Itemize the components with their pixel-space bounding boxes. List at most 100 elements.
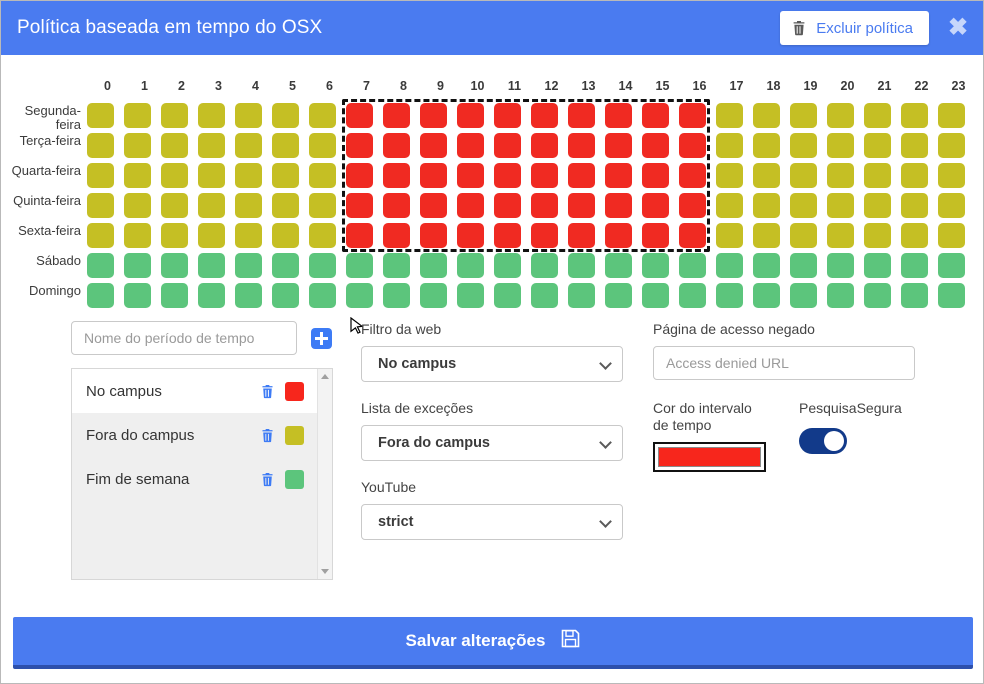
schedule-cell[interactable] — [87, 193, 114, 218]
schedule-cell[interactable] — [457, 193, 484, 218]
schedule-cell[interactable] — [420, 193, 447, 218]
schedule-cell[interactable] — [235, 193, 262, 218]
schedule-cell[interactable] — [827, 163, 854, 188]
list-item-color-swatch[interactable] — [285, 469, 304, 489]
list-item-color-swatch[interactable] — [285, 381, 304, 401]
schedule-cell[interactable] — [531, 133, 558, 158]
schedule-cell[interactable] — [198, 223, 225, 248]
schedule-cell[interactable] — [716, 163, 743, 188]
schedule-cell[interactable] — [716, 223, 743, 248]
schedule-cell[interactable] — [235, 163, 262, 188]
schedule-cell[interactable] — [753, 133, 780, 158]
schedule-cell[interactable] — [420, 163, 447, 188]
schedule-cell[interactable] — [827, 283, 854, 308]
schedule-cell[interactable] — [790, 223, 817, 248]
list-item[interactable]: No campus — [72, 369, 332, 413]
close-icon[interactable]: ✖ — [941, 11, 975, 45]
schedule-cell[interactable] — [827, 223, 854, 248]
schedule-cell[interactable] — [531, 103, 558, 128]
schedule-cell[interactable] — [605, 163, 632, 188]
schedule-cell[interactable] — [679, 253, 706, 278]
trash-icon[interactable] — [249, 428, 285, 443]
schedule-cell[interactable] — [864, 163, 891, 188]
schedule-cell[interactable] — [198, 133, 225, 158]
list-item-color-swatch[interactable] — [285, 425, 304, 445]
safesearch-toggle[interactable] — [799, 428, 847, 454]
schedule-cell[interactable] — [901, 253, 928, 278]
schedule-cell[interactable] — [309, 193, 336, 218]
schedule-cell[interactable] — [235, 133, 262, 158]
schedule-cell[interactable] — [272, 223, 299, 248]
schedule-cell[interactable] — [827, 103, 854, 128]
list-item[interactable]: Fora do campus — [72, 413, 332, 457]
schedule-cell[interactable] — [383, 193, 410, 218]
schedule-cell[interactable] — [494, 193, 521, 218]
schedule-cell[interactable] — [753, 283, 780, 308]
schedule-cell[interactable] — [161, 163, 188, 188]
schedule-cell[interactable] — [383, 133, 410, 158]
schedule-cell[interactable] — [938, 133, 965, 158]
schedule-cell[interactable] — [346, 223, 373, 248]
schedule-cell[interactable] — [753, 223, 780, 248]
schedule-cell[interactable] — [124, 283, 151, 308]
schedule-cell[interactable] — [642, 193, 669, 218]
schedule-cell[interactable] — [605, 103, 632, 128]
schedule-cell[interactable] — [383, 103, 410, 128]
schedule-cell[interactable] — [938, 103, 965, 128]
schedule-cell[interactable] — [420, 223, 447, 248]
schedule-cell[interactable] — [346, 163, 373, 188]
list-scrollbar[interactable] — [317, 369, 332, 579]
schedule-cell[interactable] — [87, 103, 114, 128]
schedule-cell[interactable] — [827, 193, 854, 218]
schedule-cell[interactable] — [494, 133, 521, 158]
schedule-cell[interactable] — [790, 103, 817, 128]
schedule-cell[interactable] — [679, 283, 706, 308]
schedule-cell[interactable] — [272, 193, 299, 218]
schedule-cell[interactable] — [124, 193, 151, 218]
schedule-cell[interactable] — [198, 283, 225, 308]
schedule-cell[interactable] — [124, 163, 151, 188]
schedule-cell[interactable] — [716, 253, 743, 278]
schedule-cell[interactable] — [161, 193, 188, 218]
schedule-cell[interactable] — [457, 223, 484, 248]
schedule-cell[interactable] — [161, 223, 188, 248]
schedule-cell[interactable] — [568, 223, 595, 248]
schedule-cell[interactable] — [272, 163, 299, 188]
schedule-cell[interactable] — [161, 253, 188, 278]
schedule-cell[interactable] — [790, 163, 817, 188]
schedule-cell[interactable] — [790, 193, 817, 218]
schedule-cell[interactable] — [272, 283, 299, 308]
schedule-cell[interactable] — [457, 253, 484, 278]
access-denied-url-input[interactable] — [653, 346, 915, 380]
schedule-cell[interactable] — [272, 133, 299, 158]
schedule-cell[interactable] — [124, 253, 151, 278]
exception-list-select[interactable]: No campusFora do campusFim de semana — [361, 425, 623, 461]
schedule-cell[interactable] — [901, 223, 928, 248]
save-button[interactable]: Salvar alterações — [13, 617, 973, 669]
web-filter-select[interactable]: No campusFora do campusFim de semana — [361, 346, 623, 382]
schedule-cell[interactable] — [642, 283, 669, 308]
schedule-cell[interactable] — [605, 253, 632, 278]
time-period-list[interactable]: No campus Fora do campus Fim de semana — [71, 368, 333, 580]
schedule-cell[interactable] — [124, 133, 151, 158]
schedule-cell[interactable] — [790, 133, 817, 158]
schedule-cell[interactable] — [642, 253, 669, 278]
scroll-down-arrow-icon[interactable] — [321, 569, 329, 574]
scroll-up-arrow-icon[interactable] — [321, 374, 329, 379]
schedule-cell[interactable] — [568, 193, 595, 218]
schedule-cell[interactable] — [346, 253, 373, 278]
schedule-cell[interactable] — [383, 223, 410, 248]
schedule-cell[interactable] — [87, 163, 114, 188]
schedule-cell[interactable] — [605, 283, 632, 308]
schedule-cell[interactable] — [124, 223, 151, 248]
schedule-cell[interactable] — [87, 223, 114, 248]
schedule-cell[interactable] — [568, 103, 595, 128]
schedule-cell[interactable] — [864, 283, 891, 308]
schedule-cell[interactable] — [864, 103, 891, 128]
schedule-cell[interactable] — [235, 283, 262, 308]
schedule-cell[interactable] — [161, 283, 188, 308]
schedule-cell[interactable] — [457, 283, 484, 308]
schedule-cell[interactable] — [235, 103, 262, 128]
delete-policy-button[interactable]: Excluir política — [780, 11, 929, 45]
schedule-cell[interactable] — [605, 193, 632, 218]
